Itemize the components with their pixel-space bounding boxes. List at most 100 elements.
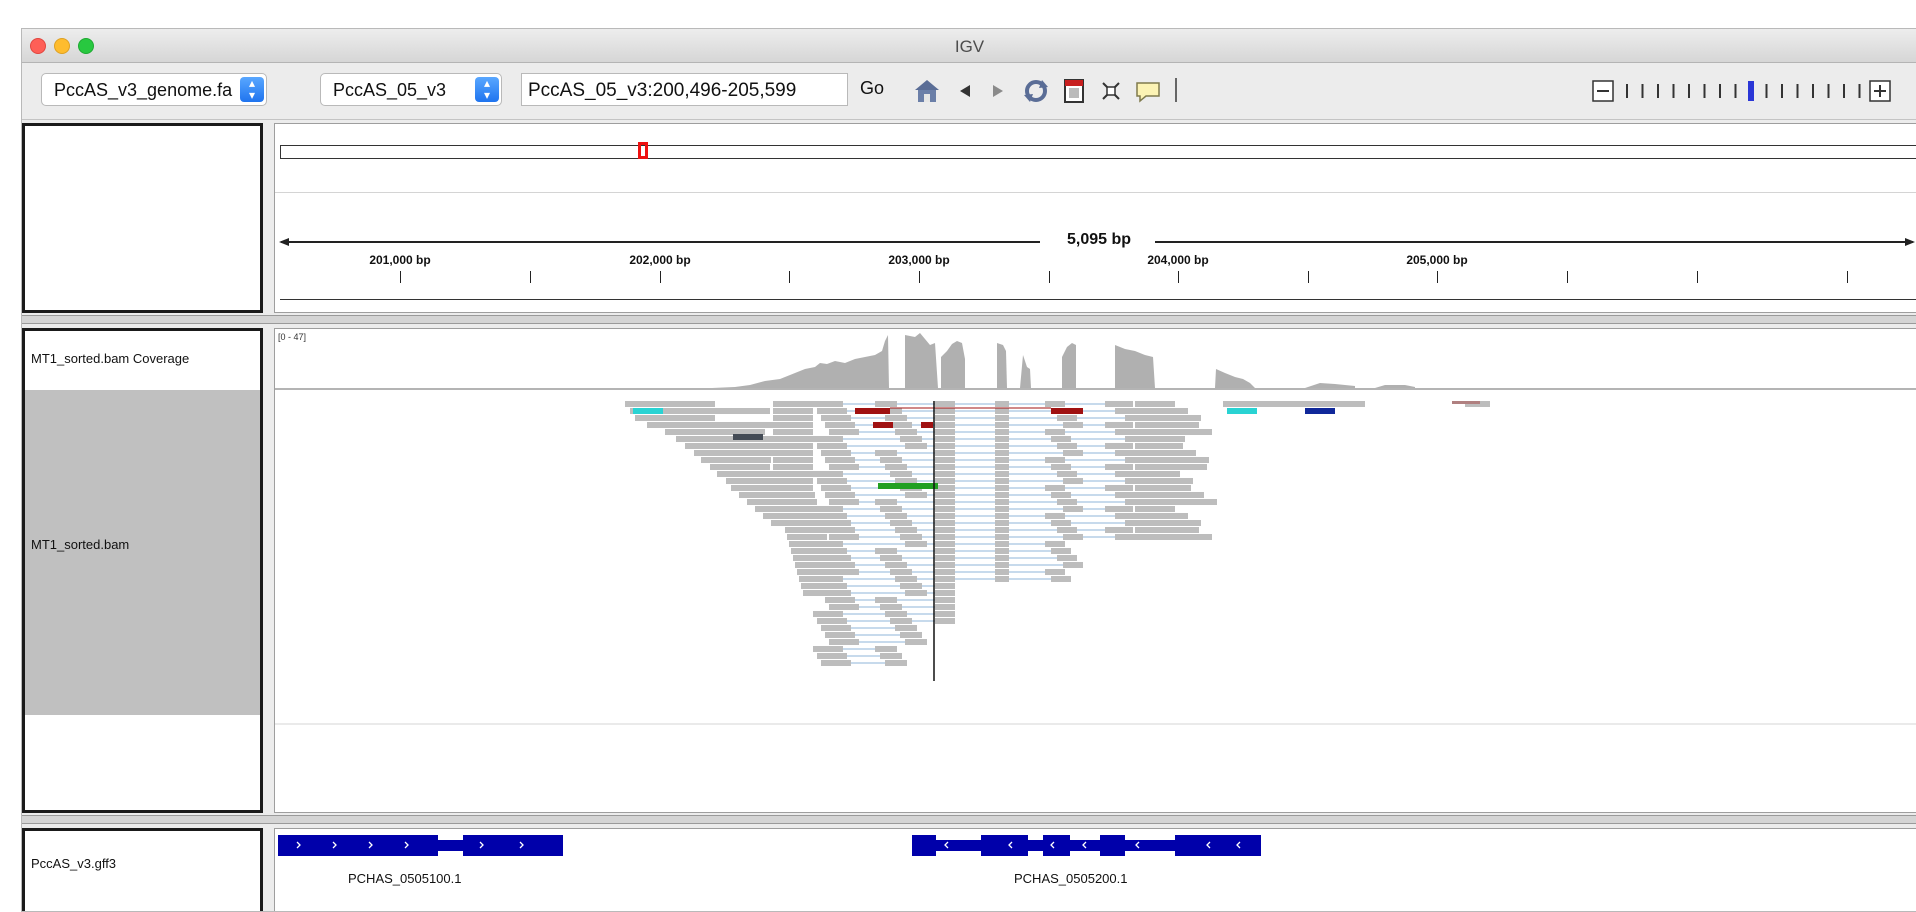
- read: [1135, 506, 1175, 512]
- read: [995, 541, 1009, 547]
- read-highlight: [921, 422, 933, 428]
- read: [995, 478, 1009, 484]
- read: [785, 527, 825, 533]
- read: [817, 583, 847, 589]
- read: [905, 541, 927, 547]
- read: [935, 527, 955, 533]
- read: [1051, 576, 1071, 582]
- read: [1105, 527, 1133, 533]
- read: [1057, 555, 1077, 561]
- chevron-updown-icon: ▴ ▾: [240, 77, 264, 102]
- read: [900, 534, 922, 540]
- read: [935, 604, 955, 610]
- chromosome-dropdown[interactable]: PccAS_05_v3 ▴ ▾: [320, 73, 502, 106]
- read: [1051, 436, 1071, 442]
- read: [935, 499, 955, 505]
- refresh-icon[interactable]: [1022, 77, 1050, 105]
- read: [817, 548, 847, 554]
- go-button[interactable]: Go: [860, 78, 884, 99]
- read: [935, 436, 955, 442]
- read: [821, 590, 851, 596]
- read: [1105, 506, 1133, 512]
- read: [995, 492, 1009, 498]
- read: [880, 555, 902, 561]
- read: [995, 408, 1009, 414]
- read: [995, 429, 1009, 435]
- zoom-level-tick: [1672, 84, 1675, 98]
- read: [773, 422, 813, 428]
- read: [935, 555, 955, 561]
- popup-text-icon[interactable]: [1134, 77, 1162, 105]
- read: [825, 597, 855, 603]
- span-label: 5,095 bp: [1066, 231, 1132, 248]
- read: [995, 443, 1009, 449]
- forward-arrow-icon[interactable]: [983, 77, 1011, 105]
- read-highlight: [878, 483, 938, 489]
- read: [825, 632, 855, 638]
- read: [875, 597, 897, 603]
- zoom-level-tick: [1641, 84, 1644, 98]
- read: [935, 422, 955, 428]
- back-arrow-icon[interactable]: [952, 77, 980, 105]
- read: [825, 527, 855, 533]
- region-of-interest-icon[interactable]: [1060, 77, 1088, 105]
- alignment-track-name-selected[interactable]: MT1_sorted.bam: [25, 390, 260, 715]
- read: [1105, 443, 1133, 449]
- read: [1051, 548, 1071, 554]
- read: [813, 506, 843, 512]
- zoom-level-tick: [1843, 84, 1845, 98]
- read: [1135, 443, 1183, 449]
- read: [817, 653, 847, 659]
- read: [829, 464, 859, 470]
- coverage-track-name[interactable]: MT1_sorted.bam Coverage: [31, 351, 189, 366]
- feature-track-name[interactable]: PccAS_v3.gff3: [31, 856, 116, 871]
- resize-to-window-icon[interactable]: [1097, 77, 1125, 105]
- gene-label: PCHAS_0505200.1: [1014, 871, 1128, 886]
- read: [773, 478, 813, 484]
- read: [875, 646, 897, 652]
- home-icon[interactable]: [913, 77, 941, 105]
- read: [1135, 464, 1207, 470]
- read: [773, 415, 813, 421]
- read: [821, 555, 851, 561]
- read: [773, 436, 813, 442]
- read: [875, 548, 897, 554]
- read: [895, 576, 917, 582]
- zoom-slider[interactable]: [1592, 79, 1892, 103]
- read: [1063, 562, 1083, 568]
- toolbar-separator: [1175, 78, 1177, 102]
- read: [885, 660, 907, 666]
- chromosome-ideogram[interactable]: [280, 145, 1916, 159]
- read: [935, 541, 955, 547]
- read: [1135, 408, 1145, 414]
- read: [773, 408, 813, 414]
- igv-window: IGV PccAS_v3_genome.fa ▴ ▾ PccAS_05_v3 ▴ ▾…: [21, 28, 1916, 912]
- zoom-level-tick: [1796, 84, 1799, 98]
- read: [1115, 471, 1143, 477]
- read: [821, 660, 851, 666]
- read: [885, 415, 907, 421]
- read: [890, 618, 912, 624]
- read: [781, 513, 821, 519]
- locus-search-input[interactable]: PccAS_05_v3:200,496-205,599: [521, 73, 848, 106]
- ruler-tick-mark: [789, 271, 790, 283]
- read: [787, 534, 827, 540]
- window-title: IGV: [954, 37, 985, 56]
- read: [1105, 464, 1133, 470]
- read: [647, 422, 777, 428]
- read: [1135, 527, 1199, 533]
- alignment-canvas[interactable]: [275, 329, 1916, 814]
- read: [890, 422, 912, 428]
- read: [995, 506, 1009, 512]
- read: [995, 548, 1009, 554]
- panel-divider[interactable]: [22, 315, 1916, 324]
- genome-dropdown[interactable]: PccAS_v3_genome.fa ▴ ▾: [41, 73, 267, 106]
- panel-divider[interactable]: [22, 815, 1916, 824]
- ruler-tick-mark: [1697, 271, 1698, 283]
- read: [1063, 422, 1083, 428]
- ruler-baseline: [280, 299, 1916, 300]
- read: [935, 401, 955, 407]
- read-highlight: [855, 408, 890, 414]
- read: [813, 471, 843, 477]
- read: [829, 499, 859, 505]
